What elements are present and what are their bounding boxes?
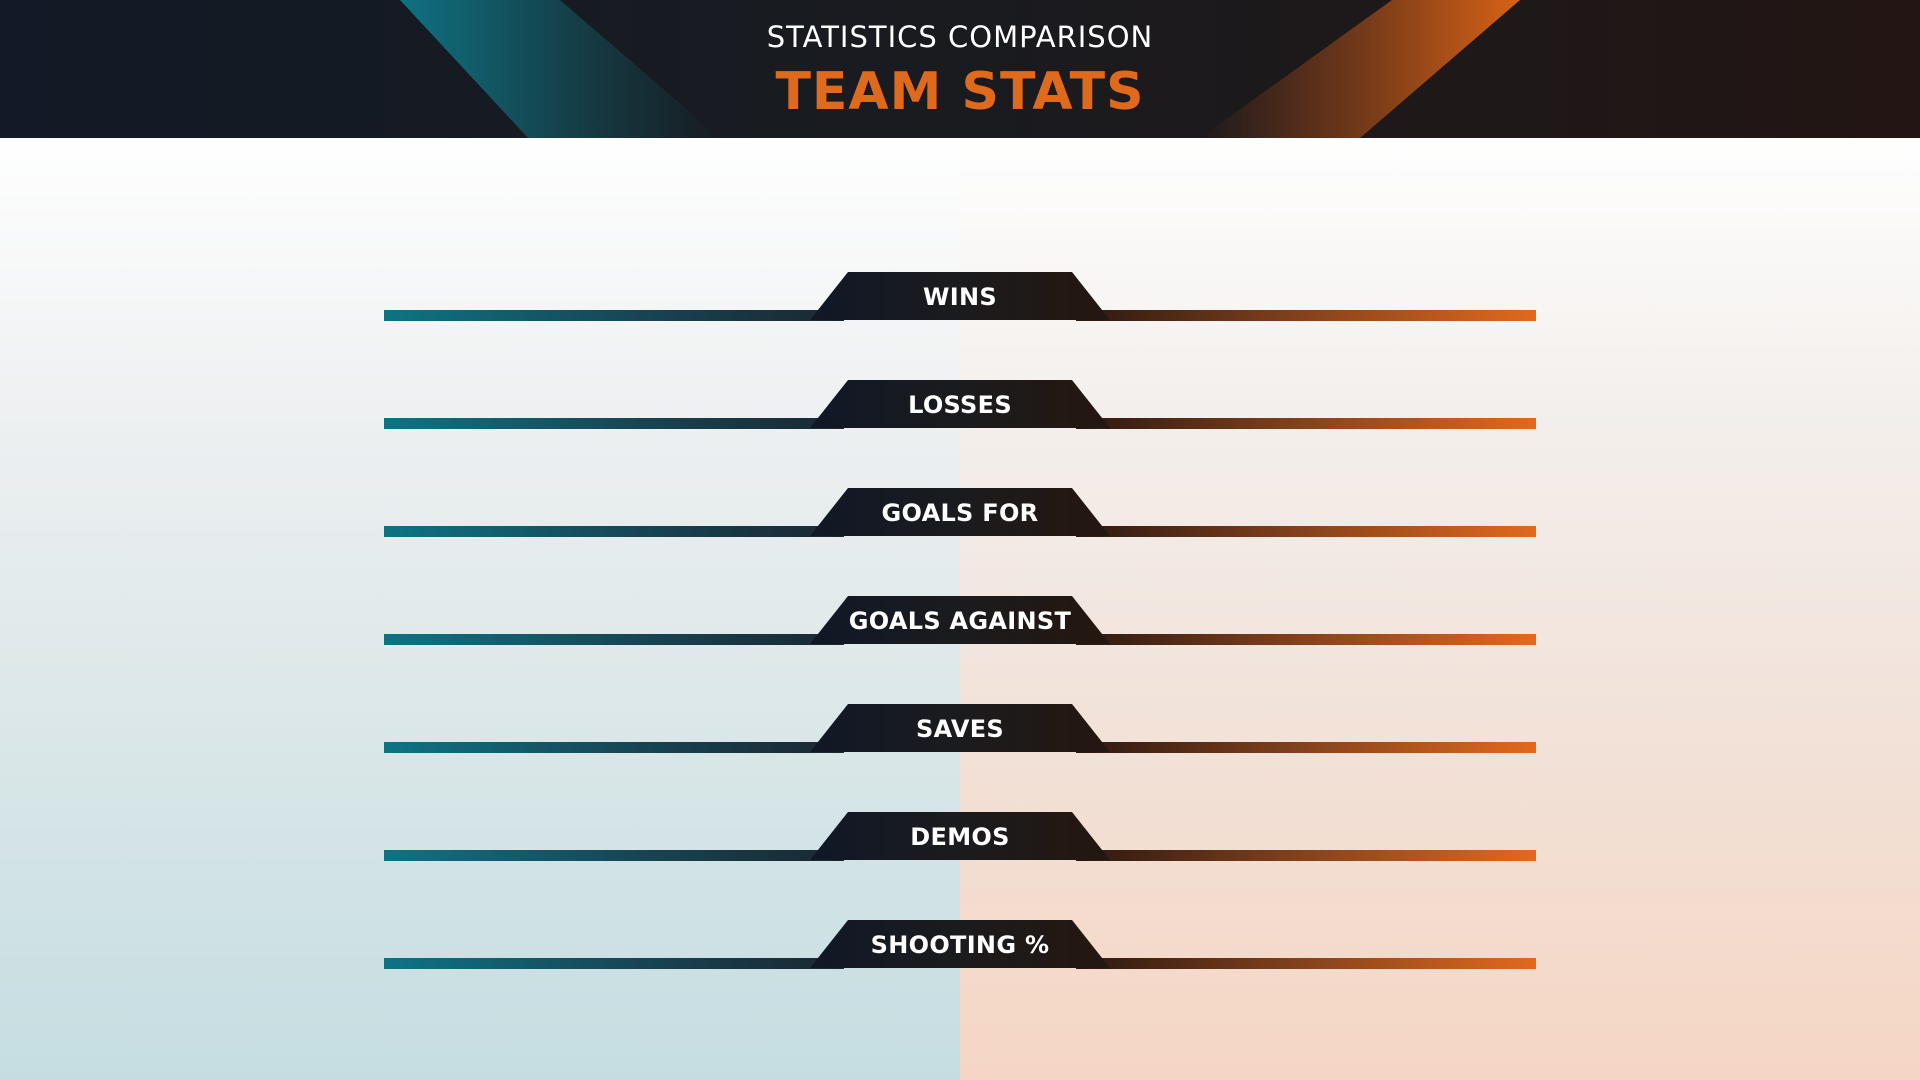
stat-label: SAVES: [916, 715, 1004, 743]
right-team-bar: [1076, 634, 1536, 645]
left-team-bar: [384, 526, 844, 537]
stat-row-shooting-percent: SHOOTING %: [384, 920, 1536, 970]
stat-label-tab: LOSSES: [810, 380, 1110, 428]
stats-list: WINS LOSSES GOALS FOR GOALS AGAINST SAVE…: [0, 0, 1920, 1080]
stat-row-saves: SAVES: [384, 704, 1536, 754]
left-team-bar: [384, 310, 844, 321]
stat-label: GOALS AGAINST: [848, 607, 1072, 635]
stat-label-tab: SHOOTING %: [810, 920, 1110, 968]
right-team-bar: [1076, 742, 1536, 753]
stat-row-goals-against: GOALS AGAINST: [384, 596, 1536, 646]
left-team-bar: [384, 418, 844, 429]
right-team-bar: [1076, 310, 1536, 321]
stat-row-losses: LOSSES: [384, 380, 1536, 430]
right-team-bar: [1076, 850, 1536, 861]
stat-label: DEMOS: [910, 823, 1010, 851]
stat-label-tab: SAVES: [810, 704, 1110, 752]
right-team-bar: [1076, 526, 1536, 537]
stat-label-tab: WINS: [810, 272, 1110, 320]
left-team-bar: [384, 742, 844, 753]
stat-row-goals-for: GOALS FOR: [384, 488, 1536, 538]
stat-label: WINS: [923, 283, 997, 311]
left-team-bar: [384, 958, 844, 969]
stat-row-demos: DEMOS: [384, 812, 1536, 862]
stat-label-tab: DEMOS: [810, 812, 1110, 860]
stat-row-wins: WINS: [384, 272, 1536, 322]
right-team-bar: [1076, 418, 1536, 429]
stat-label-tab: GOALS AGAINST: [810, 596, 1110, 644]
stat-label: LOSSES: [908, 391, 1012, 419]
left-team-bar: [384, 850, 844, 861]
left-team-bar: [384, 634, 844, 645]
stats-comparison-screen: STATISTICS COMPARISON TEAM STATS WINS LO…: [0, 0, 1920, 1080]
stat-label: SHOOTING %: [870, 931, 1050, 959]
stat-label: GOALS FOR: [881, 499, 1039, 527]
right-team-bar: [1076, 958, 1536, 969]
stat-label-tab: GOALS FOR: [810, 488, 1110, 536]
